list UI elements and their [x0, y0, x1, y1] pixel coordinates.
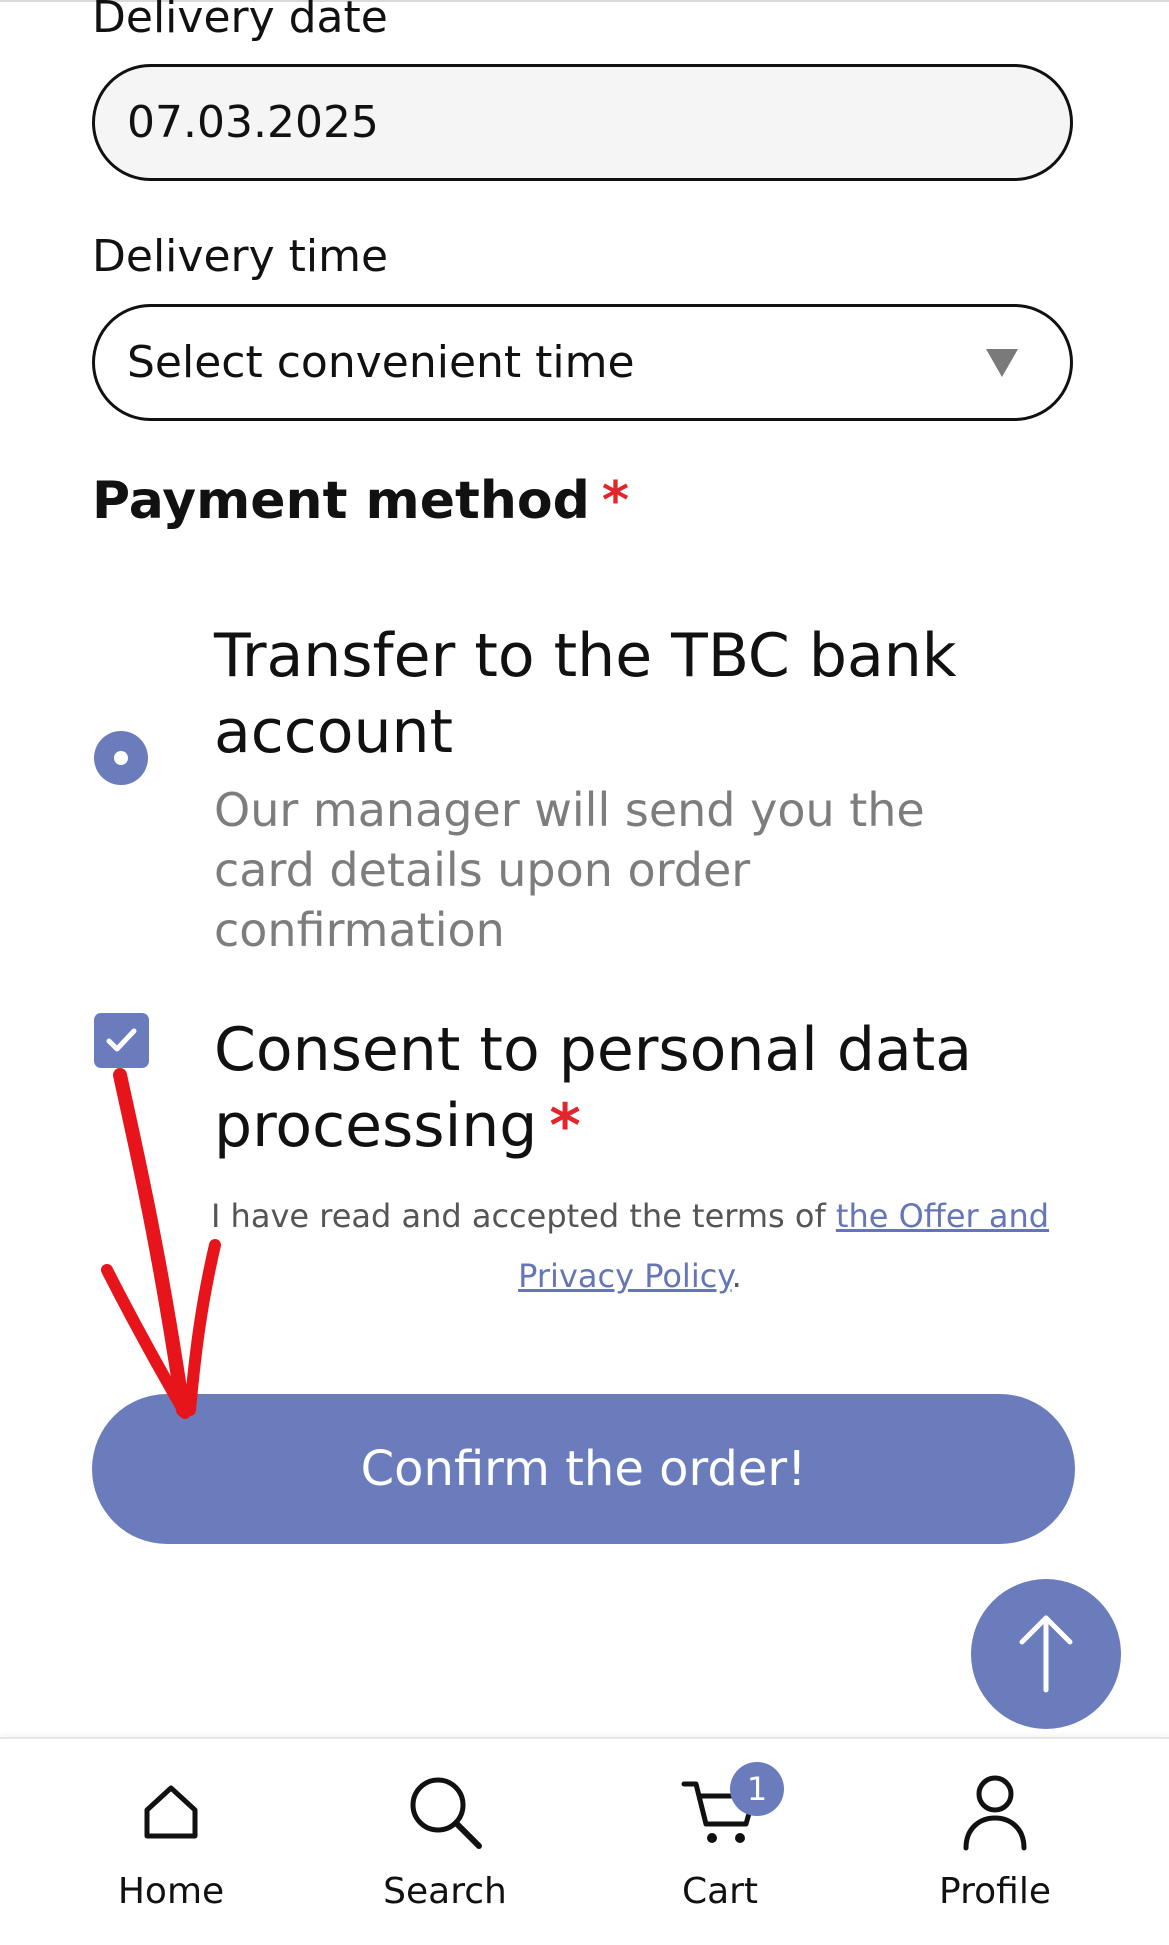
annotation-arrow-icon [101, 1068, 221, 1419]
payment-option-radio[interactable] [94, 731, 148, 785]
delivery-time-label: Delivery time [92, 231, 389, 282]
payment-method-title: Payment method * [92, 470, 629, 532]
terms-suffix: . [731, 1257, 742, 1295]
nav-search[interactable]: Search [345, 1767, 545, 1912]
required-asterisk: * [601, 471, 630, 531]
payment-option-title[interactable]: Transfer to the TBC bank account [214, 618, 1034, 770]
radio-selected-dot [114, 751, 128, 765]
nav-search-label: Search [383, 1871, 507, 1912]
consent-title: Consent to personal data processing * [214, 1012, 1014, 1164]
terms-prefix: I have read and accepted the terms of [210, 1197, 836, 1235]
nav-home[interactable]: Home [71, 1767, 271, 1912]
nav-cart-label: Cart [681, 1871, 759, 1912]
payment-method-label: Payment method [92, 471, 590, 531]
home-icon [144, 1785, 198, 1839]
nav-profile-label: Profile [939, 1871, 1051, 1912]
arrow-up-icon [1019, 1615, 1073, 1693]
profile-icon [963, 1775, 1027, 1851]
cart-count-badge: 1 [730, 1762, 784, 1816]
consent-checkbox[interactable] [94, 1013, 149, 1068]
search-icon [410, 1777, 482, 1849]
scroll-to-top-button[interactable] [971, 1579, 1121, 1729]
chevron-down-icon [986, 348, 1018, 377]
bottom-navigation: Home Search 1 Cart Profile [0, 1737, 1169, 1945]
delivery-date-label: Delivery date [92, 0, 388, 43]
nav-profile[interactable]: Profile [895, 1767, 1095, 1912]
required-asterisk: * [549, 1091, 581, 1161]
delivery-date-value: 07.03.2025 [127, 97, 379, 148]
nav-home-label: Home [117, 1871, 225, 1912]
payment-option-description: Our manager will send you the card detai… [214, 783, 925, 957]
checkmark-icon [106, 1028, 137, 1052]
delivery-date-field[interactable]: 07.03.2025 [92, 64, 1073, 181]
delivery-time-select[interactable]: Select convenient time [92, 304, 1073, 421]
terms-text: I have read and accepted the terms of th… [180, 1186, 1080, 1306]
nav-cart[interactable]: 1 Cart [620, 1762, 820, 1912]
consent-label: Consent to personal data processing [214, 1015, 973, 1161]
delivery-time-placeholder: Select convenient time [127, 337, 635, 388]
